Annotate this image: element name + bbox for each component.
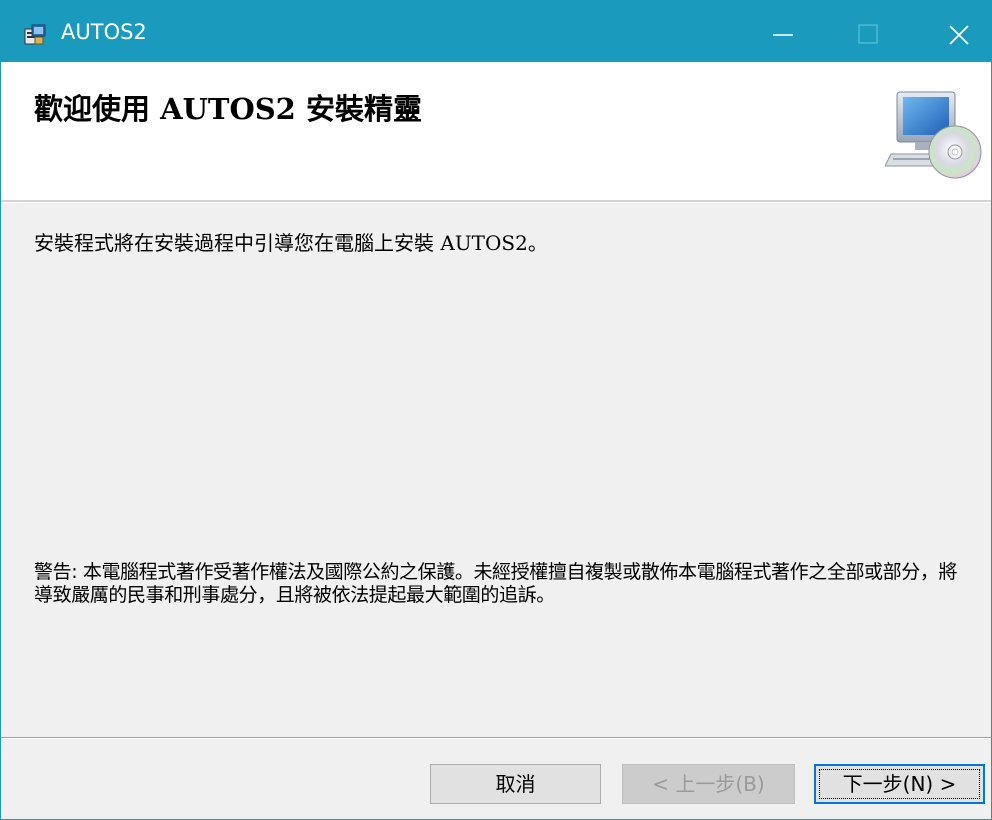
wizard-banner: 歡迎使用 AUTOS2 安裝精靈 — [1, 62, 991, 200]
maximize-icon — [858, 24, 878, 44]
close-button[interactable] — [938, 11, 984, 55]
banner-divider — [1, 200, 991, 203]
intro-text: 安裝程式將在安裝過程中引導您在電腦上安裝 AUTOS2。 — [34, 231, 548, 255]
installer-window: AUTOS2 歡迎使用 AUTOS2 安裝精靈 安裝程式將在安裝過程中引導您在電… — [0, 0, 992, 820]
next-button[interactable]: 下一步(N) > — [814, 764, 985, 804]
installer-icon — [23, 23, 47, 47]
copyright-warning: 警告: 本電腦程式著作受著作權法及國際公約之保護。未經授權擅自複製或散佈本電腦程… — [34, 561, 958, 606]
minimize-icon — [773, 34, 793, 36]
focus-indicator — [819, 769, 980, 799]
footer-divider — [1, 737, 991, 739]
minimize-button[interactable] — [763, 11, 809, 55]
title-bar[interactable]: AUTOS2 — [1, 1, 991, 62]
banner-title: 歡迎使用 AUTOS2 安裝精靈 — [34, 92, 422, 126]
back-button: < 上一步(B) — [622, 764, 795, 804]
computer-cd-icon — [884, 84, 983, 180]
window-title: AUTOS2 — [61, 20, 147, 44]
maximize-button — [846, 11, 892, 55]
cancel-button[interactable]: 取消 — [430, 764, 601, 804]
close-icon — [949, 25, 969, 45]
